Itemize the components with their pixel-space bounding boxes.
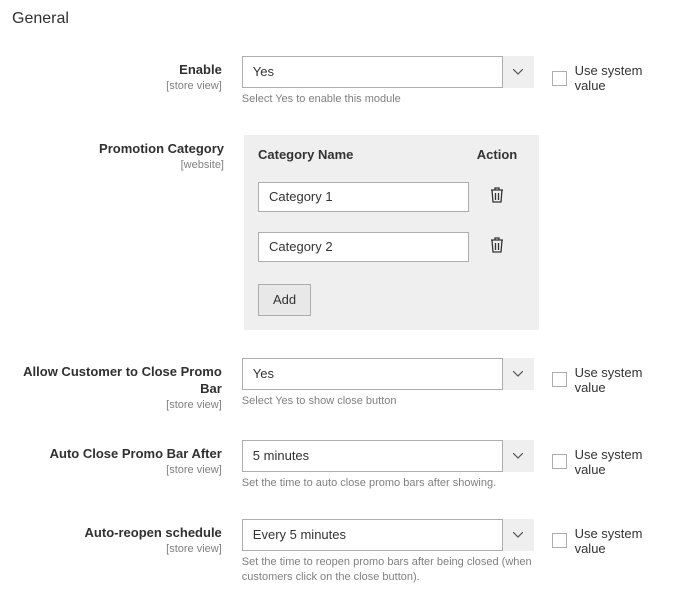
trash-icon[interactable] [490, 237, 504, 256]
category-row: Category 1 [244, 172, 539, 222]
auto-reopen-scope: [store view] [12, 542, 222, 556]
promotion-category-table: Category Name Action Category 1 Category… [244, 135, 539, 330]
enable-scope: [store view] [12, 79, 222, 93]
use-system-value-label: Use system value [575, 526, 676, 556]
promotion-category-label: Promotion Category [12, 141, 224, 158]
category-action-header: Action [469, 147, 525, 162]
auto-reopen-label: Auto-reopen schedule [12, 525, 222, 542]
enable-select-value: Yes [242, 56, 534, 88]
category-row: Category 2 [244, 222, 539, 272]
allow-close-hint: Select Yes to show close button [242, 394, 534, 409]
enable-hint: Select Yes to enable this module [242, 92, 534, 107]
auto-reopen-select[interactable]: Every 5 minutes [242, 519, 534, 551]
auto-reopen-use-system-checkbox[interactable] [552, 533, 567, 548]
enable-label: Enable [12, 62, 222, 79]
category-name-input[interactable]: Category 1 [258, 182, 469, 212]
auto-close-scope: [store view] [12, 463, 222, 477]
trash-icon[interactable] [490, 187, 504, 206]
auto-reopen-select-value: Every 5 minutes [242, 519, 534, 551]
allow-close-use-system-checkbox[interactable] [552, 372, 567, 387]
category-name-header: Category Name [258, 147, 469, 162]
allow-close-select-value: Yes [242, 358, 534, 390]
auto-close-select[interactable]: 5 minutes [242, 440, 534, 472]
section-title: General [12, 10, 676, 28]
auto-reopen-hint: Set the time to reopen promo bars after … [242, 555, 534, 585]
auto-close-use-system-checkbox[interactable] [552, 454, 567, 469]
allow-close-select[interactable]: Yes [242, 358, 534, 390]
category-name-input[interactable]: Category 2 [258, 232, 469, 262]
allow-close-label: Allow Customer to Close Promo Bar [12, 364, 222, 398]
allow-close-scope: [store view] [12, 398, 222, 412]
use-system-value-label: Use system value [575, 447, 676, 477]
auto-close-select-value: 5 minutes [242, 440, 534, 472]
auto-close-label: Auto Close Promo Bar After [12, 446, 222, 463]
enable-select[interactable]: Yes [242, 56, 534, 88]
auto-close-hint: Set the time to auto close promo bars af… [242, 476, 534, 491]
use-system-value-label: Use system value [575, 365, 676, 395]
promotion-category-scope: [website] [12, 158, 224, 172]
add-category-button[interactable]: Add [258, 284, 311, 316]
enable-use-system-checkbox[interactable] [552, 71, 567, 86]
use-system-value-label: Use system value [575, 63, 676, 93]
